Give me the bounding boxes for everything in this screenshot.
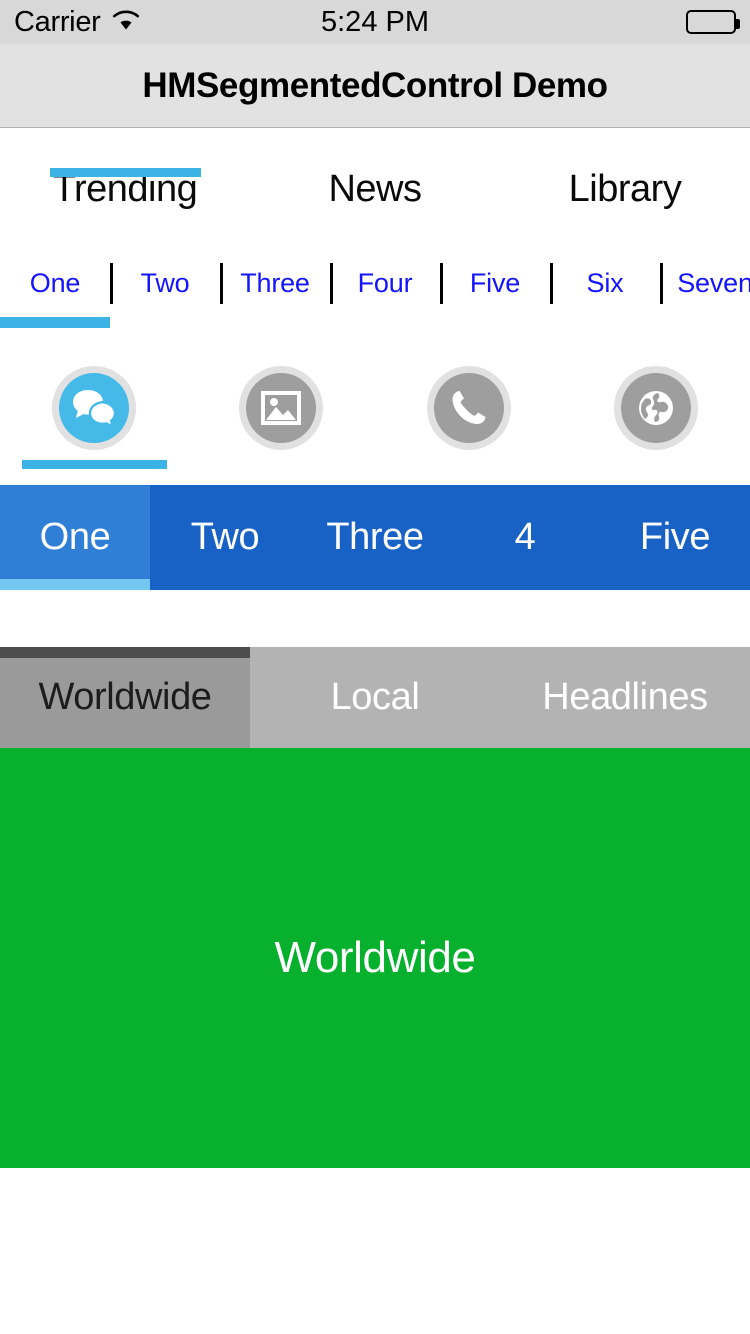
segment-trending[interactable]: Trending [0,129,250,249]
segment-label: Three [240,268,310,298]
segment-five[interactable]: Five [440,253,550,314]
segment-label: Seven [677,268,750,298]
status-bar-right [686,10,740,34]
segment-label: One [29,268,81,298]
status-bar: Carrier 5:24 PM [0,0,750,44]
segment-headlines[interactable]: Headlines [500,647,750,748]
segment-library[interactable]: Library [500,129,750,249]
segment-label: News [328,167,422,210]
selection-indicator [50,168,201,177]
segment-one[interactable]: One [0,253,110,314]
segment-label: Worldwide [38,676,212,718]
battery-icon [686,10,740,34]
segment-label: 4 [514,516,536,558]
selection-indicator [0,317,110,328]
selection-indicator [22,460,167,469]
segment-three[interactable]: Three [220,253,330,314]
globe-icon [621,373,692,443]
phone-screen: Carrier 5:24 PM HMSegmentedControl Demo … [0,0,750,1334]
segment-two[interactable]: Two [150,485,300,590]
segment-label: Headlines [542,676,708,718]
segmented-control-icons[interactable] [0,349,750,479]
segment-photo[interactable] [188,349,376,479]
segment-one[interactable]: One [0,485,150,590]
segment-label: Two [140,268,190,298]
segment-label: Three [326,516,424,558]
segment-label: Two [190,516,260,558]
segment-label: Local [330,676,420,718]
chat-bubbles-icon [58,373,129,443]
segment-seven[interactable]: Seven [660,253,750,314]
segmented-control-gray-box[interactable]: Worldwide Local Headlines [0,647,750,748]
segmented-control-text-top-indicator[interactable]: Trending News Library [0,129,750,249]
segment-label: Five [469,268,521,298]
segmented-control-blue-box[interactable]: One Two Three 4 Five [0,485,750,590]
clock-label: 5:24 PM [321,5,429,38]
segment-row: One Two Three 4 Five [0,485,750,590]
segment-row: Trending News Library [0,129,750,249]
page-title: HMSegmentedControl Demo [142,65,608,105]
photo-icon [246,373,317,443]
segment-news[interactable]: News [250,129,500,249]
segment-two[interactable]: Two [110,253,220,314]
segment-label: One [39,516,111,558]
segment-globe[interactable] [563,349,750,479]
segment-row: Worldwide Local Headlines [0,647,750,748]
segment-label: Six [586,268,624,298]
segment-six[interactable]: Six [550,253,660,314]
segment-four[interactable]: 4 [450,485,600,590]
segment-label: Library [568,167,682,210]
navigation-bar: HMSegmentedControl Demo [0,44,750,128]
segment-phone[interactable] [375,349,563,479]
segment-four[interactable]: Four [330,253,440,314]
segment-three[interactable]: Three [300,485,450,590]
segment-label: Five [639,516,711,558]
segment-five[interactable]: Five [600,485,750,590]
selection-indicator [0,647,250,658]
segment-label: Four [357,268,413,298]
segment-worldwide[interactable]: Worldwide [0,647,250,748]
selection-indicator [0,579,150,590]
segment-local[interactable]: Local [250,647,500,748]
content-panel: Worldwide [0,748,750,1168]
content-panel-label: Worldwide [274,933,476,982]
phone-icon [433,373,504,443]
segmented-control-scrollable[interactable]: One Two Three Four Five Six Seven [0,253,750,330]
segment-scroller[interactable]: One Two Three Four Five Six Seven [0,253,750,314]
